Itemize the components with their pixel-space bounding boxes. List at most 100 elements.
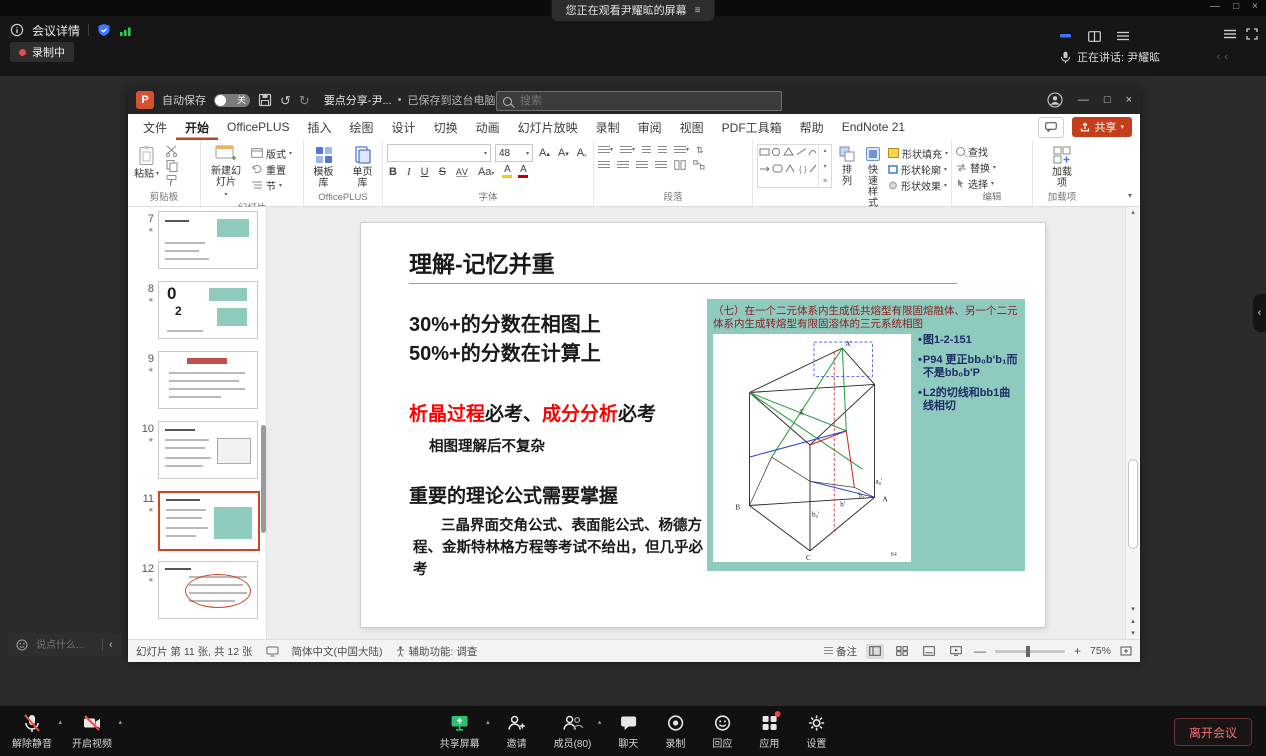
tab-draw[interactable]: 绘图 bbox=[341, 114, 383, 140]
chat-input[interactable] bbox=[34, 639, 96, 652]
zoom-level[interactable]: 75% bbox=[1090, 645, 1111, 657]
shape-fill-button[interactable]: 形状填充▾ bbox=[888, 146, 948, 160]
display-settings-icon[interactable] bbox=[266, 646, 279, 657]
clear-formatting-icon[interactable]: Aₓ bbox=[575, 147, 589, 159]
arrow-down-icon[interactable]: ▾ bbox=[823, 163, 826, 170]
arrange-button[interactable]: 排列 bbox=[836, 144, 858, 188]
tab-officeplus[interactable]: OfficePLUS bbox=[218, 114, 298, 140]
tab-endnote[interactable]: EndNote 21 bbox=[833, 114, 914, 140]
members-button[interactable]: ▴ 成员(80) bbox=[554, 713, 592, 750]
tab-home[interactable]: 开始 bbox=[176, 114, 218, 140]
search-box[interactable] bbox=[496, 91, 782, 111]
zoom-slider-knob[interactable] bbox=[1026, 646, 1030, 657]
zoom-in-button[interactable]: + bbox=[1074, 644, 1081, 658]
reactions-button[interactable]: 回应 bbox=[712, 713, 732, 750]
accessibility-checker[interactable]: 辅助功能: 调查 bbox=[396, 644, 478, 659]
format-painter-icon[interactable] bbox=[165, 174, 179, 187]
security-shield-icon[interactable] bbox=[97, 23, 111, 37]
font-name-combo[interactable]: ▾ bbox=[387, 144, 491, 162]
thumbnail-preview[interactable] bbox=[158, 561, 258, 619]
maximize-icon[interactable]: □ bbox=[1233, 1, 1239, 12]
align-right-icon[interactable] bbox=[636, 161, 648, 170]
next-slide-icon[interactable]: ▾ bbox=[1131, 629, 1135, 637]
reset-button[interactable]: 重置 bbox=[251, 162, 292, 176]
tab-animations[interactable]: 动画 bbox=[467, 114, 509, 140]
tab-view[interactable]: 视图 bbox=[671, 114, 713, 140]
minimize-icon[interactable]: — bbox=[1210, 1, 1220, 12]
start-video-button[interactable]: ▴ 开启视频 bbox=[72, 713, 112, 750]
comments-button[interactable] bbox=[1038, 117, 1064, 138]
font-size-combo[interactable]: 48▾ bbox=[495, 144, 533, 162]
thumbnail-preview[interactable] bbox=[158, 351, 258, 409]
decrease-indent-icon[interactable] bbox=[642, 146, 651, 155]
numbering-button[interactable]: ▾ bbox=[620, 146, 635, 155]
columns-icon[interactable] bbox=[674, 160, 686, 170]
list-view-icon[interactable] bbox=[1117, 31, 1129, 41]
reading-view-button[interactable] bbox=[920, 644, 938, 659]
page-library-button[interactable]: 单页库 bbox=[347, 144, 378, 190]
mic-options-caret-icon[interactable]: ▴ bbox=[58, 718, 62, 726]
ppt-minimize-icon[interactable]: — bbox=[1078, 94, 1089, 106]
split-view-icon[interactable] bbox=[1088, 31, 1101, 42]
banner-menu-icon[interactable]: ≡ bbox=[695, 5, 701, 16]
bullets-button[interactable]: ▾ bbox=[598, 146, 613, 155]
canvas-scrollbar[interactable]: ▴ ▾ ▴ ▾ bbox=[1125, 207, 1140, 639]
addins-button[interactable]: 加载项 bbox=[1048, 144, 1076, 190]
invite-button[interactable]: 邀请 bbox=[507, 713, 527, 750]
share-screen-button[interactable]: ▴ 共享屏幕 bbox=[440, 713, 480, 750]
tab-help[interactable]: 帮助 bbox=[791, 114, 833, 140]
justify-icon[interactable] bbox=[655, 161, 667, 170]
chevron-left-icon[interactable]: ‹ bbox=[1224, 51, 1228, 63]
notes-button[interactable]: 备注 bbox=[824, 644, 857, 659]
thumbnail-preview-selected[interactable] bbox=[158, 491, 260, 551]
leave-meeting-button[interactable]: 离开会议 bbox=[1174, 718, 1252, 746]
chevron-left-icon[interactable]: ‹ bbox=[1217, 51, 1221, 63]
thumbnail-scrollbar[interactable] bbox=[261, 425, 266, 533]
ppt-close-icon[interactable]: × bbox=[1126, 94, 1132, 106]
close-icon[interactable]: × bbox=[1252, 1, 1258, 12]
panel-page-arrows[interactable]: ‹‹ bbox=[1217, 51, 1232, 63]
more-icon[interactable]: ≡ bbox=[823, 178, 827, 185]
panel-menu-icon[interactable] bbox=[1224, 29, 1236, 39]
ppt-maximize-icon[interactable]: □ bbox=[1104, 94, 1111, 106]
line-spacing-button[interactable]: ▾ bbox=[674, 146, 689, 155]
highlight-color-button[interactable]: A bbox=[502, 165, 512, 178]
emoji-icon[interactable] bbox=[16, 639, 28, 651]
find-button[interactable]: 查找 bbox=[956, 144, 988, 158]
strikethrough-button[interactable]: S bbox=[437, 166, 448, 178]
tab-insert[interactable]: 插入 bbox=[299, 114, 341, 140]
font-color-button[interactable]: A bbox=[518, 165, 528, 178]
tab-pdftools[interactable]: PDF工具箱 bbox=[713, 114, 791, 140]
scroll-up-icon[interactable]: ▴ bbox=[1131, 207, 1135, 219]
redo-icon[interactable]: ↻ bbox=[299, 94, 310, 107]
shape-outline-button[interactable]: 形状轮廓▾ bbox=[888, 162, 948, 176]
network-signal-icon[interactable] bbox=[119, 24, 132, 37]
shapes-scroll[interactable]: ▴▾≡ bbox=[818, 145, 831, 187]
minimized-view-icon[interactable] bbox=[1060, 32, 1072, 40]
quick-styles-button[interactable]: 快速样式 bbox=[862, 144, 884, 210]
zoom-out-button[interactable]: — bbox=[974, 644, 986, 658]
language-indicator[interactable]: 简体中文(中国大陆) bbox=[292, 644, 383, 659]
apps-button[interactable]: 应用 bbox=[759, 713, 779, 750]
tab-review[interactable]: 审阅 bbox=[629, 114, 671, 140]
character-spacing-icon[interactable]: A̲V̲ bbox=[454, 167, 470, 177]
fullscreen-icon[interactable] bbox=[1246, 28, 1258, 40]
slide-editing-area[interactable]: 理解-记忆并重 30%+的分数在相图上 50%+的分数在计算上 析晶过程必考、成… bbox=[361, 223, 1045, 627]
scrollbar-thumb[interactable] bbox=[1128, 459, 1138, 549]
tab-slideshow[interactable]: 幻灯片放映 bbox=[509, 114, 587, 140]
align-center-icon[interactable] bbox=[617, 161, 629, 170]
share-options-caret-icon[interactable]: ▴ bbox=[486, 718, 490, 726]
section-button[interactable]: 节▾ bbox=[251, 178, 292, 192]
collapse-chat-icon[interactable]: ‹ bbox=[109, 639, 113, 651]
collapse-ribbon-icon[interactable]: ▾ bbox=[1128, 191, 1132, 200]
tab-record[interactable]: 录制 bbox=[587, 114, 629, 140]
members-caret-icon[interactable]: ▴ bbox=[598, 718, 602, 726]
document-title[interactable]: 要点分享-尹... • 已保存到这台电脑 ▾ bbox=[324, 92, 505, 108]
tab-file[interactable]: 文件 bbox=[134, 114, 176, 140]
previous-slide-icon[interactable]: ▴ bbox=[1131, 617, 1135, 625]
grow-font-icon[interactable]: A▴ bbox=[537, 147, 552, 159]
video-options-caret-icon[interactable]: ▴ bbox=[118, 718, 122, 726]
scroll-down-icon[interactable]: ▾ bbox=[1131, 605, 1135, 613]
sidebar-expand-handle[interactable]: ‹ bbox=[1253, 294, 1266, 332]
account-icon[interactable] bbox=[1047, 92, 1063, 108]
